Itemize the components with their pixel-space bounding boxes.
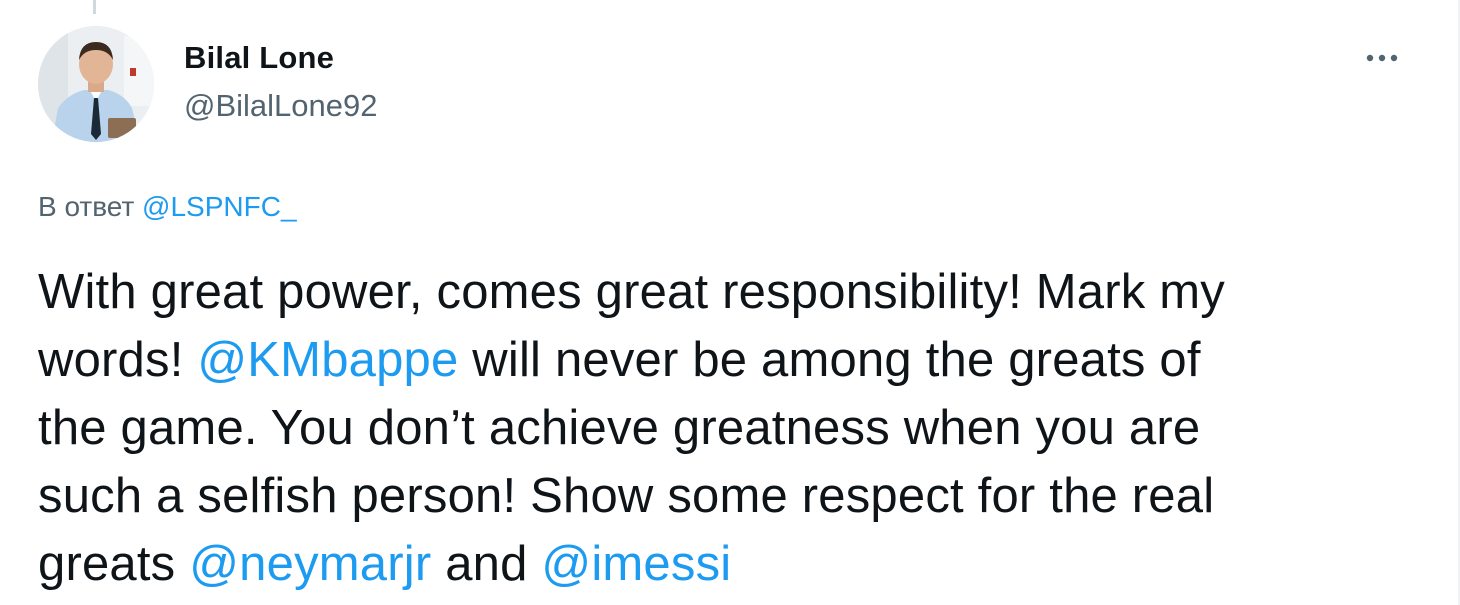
- author-display-name[interactable]: Bilal Lone: [184, 40, 334, 76]
- avatar-image: [38, 26, 154, 142]
- tweet-line: the game. You don’t achieve greatness wh…: [38, 394, 1418, 462]
- reply-mention-link[interactable]: @LSPNFC_: [142, 191, 296, 222]
- tweet-text-segment: words!: [38, 333, 184, 387]
- more-horizontal-icon: [1366, 54, 1398, 62]
- tweet-text-segment: will never be among the greats of: [472, 333, 1201, 387]
- mention-kmbappe-link[interactable]: @KMbappe: [197, 333, 458, 387]
- tweet-line-4: such a selfish person! Show some respect…: [38, 469, 1215, 523]
- more-options-button[interactable]: [1360, 36, 1404, 80]
- mention-neymarjr-link[interactable]: @neymarjr: [189, 537, 431, 591]
- avatar[interactable]: [38, 26, 154, 142]
- mention-imessi-link[interactable]: @imessi: [541, 537, 731, 591]
- thread-connector-line: [93, 0, 96, 14]
- tweet-line: With great power, comes great responsibi…: [38, 258, 1418, 326]
- author-handle[interactable]: @BilalLone92: [184, 88, 378, 124]
- tweet-line: such a selfish person! Show some respect…: [38, 462, 1418, 530]
- reply-prefix: В ответ: [38, 191, 135, 222]
- tweet-text-segment: greats: [38, 537, 176, 591]
- tweet-line: words! @KMbappe will never be among the …: [38, 326, 1418, 394]
- reply-context: В ответ @LSPNFC_: [38, 191, 297, 223]
- tweet-line-1: With great power, comes great responsibi…: [38, 265, 1226, 319]
- tweet-line-3: the game. You don’t achieve greatness wh…: [38, 401, 1201, 455]
- tweet-text: With great power, comes great responsibi…: [38, 258, 1418, 598]
- tweet-text-segment: and: [445, 537, 528, 591]
- tweet-line: greats @neymarjr and @imessi: [38, 530, 1418, 598]
